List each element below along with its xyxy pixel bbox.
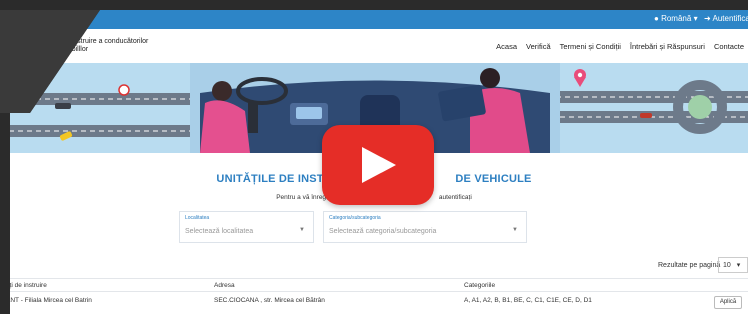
login-link[interactable]: ➜ Autentificare — [704, 14, 748, 23]
row-categories: A, A1, A2, B, B1, BE, C, C1, C1E, CE, D,… — [464, 297, 592, 304]
results-per-page-select[interactable]: 10 ▾ — [718, 257, 748, 273]
page-subtitle-right: autentificați — [438, 194, 472, 201]
language-label: Română — [661, 14, 692, 23]
play-icon — [362, 147, 396, 183]
chevron-down-icon: ▾ — [736, 262, 741, 269]
nav-acasa[interactable]: Acasa — [496, 42, 517, 51]
chevron-down-icon: ▾ — [693, 14, 698, 23]
globe-icon: ● — [654, 14, 659, 23]
page-title-right: DE VEHICULE — [455, 173, 532, 185]
site-header: de instruire a conducătorilor mobilllor … — [0, 29, 748, 63]
row-name: ANT - Filiala Mircea cel Batrin — [6, 297, 92, 304]
nav-contacte[interactable]: Contacte — [714, 42, 744, 51]
category-placeholder: Selectează categoria/subcategoria — [329, 228, 437, 235]
table-row: ANT - Filiala Mircea cel Batrin SEC.CIOC… — [0, 293, 748, 311]
top-bar: ● Română ▾ ➜ Autentificare — [0, 10, 748, 29]
video-play-button[interactable] — [322, 125, 434, 205]
results-per-page-label: Rezultate pe pagină — [658, 262, 721, 269]
results-per-page-value: 10 — [723, 262, 731, 269]
category-select[interactable]: Categoria/subcategoria Selectează catego… — [323, 211, 527, 243]
locality-select[interactable]: Localitatea Selectează localitatea ▼ — [179, 211, 314, 243]
chevron-down-icon: ▼ — [512, 227, 518, 233]
chevron-down-icon: ▼ — [299, 227, 305, 233]
main-nav: Acasa Verifică Termeni și Condiții Între… — [496, 42, 744, 51]
column-header-categories: Categoriile — [464, 282, 496, 289]
login-icon: ➜ — [704, 14, 711, 23]
locality-label: Localitatea — [185, 215, 210, 221]
nav-intrebari[interactable]: Întrebări și Răspunsuri — [630, 42, 705, 51]
org-name: de instruire a conducătorilor mobilllor — [62, 38, 202, 54]
nav-verifica[interactable]: Verifică — [526, 42, 551, 51]
login-label: Autentificare — [712, 14, 748, 23]
nav-termeni[interactable]: Termeni și Condiții — [560, 42, 621, 51]
org-name-line-2: mobilllor — [62, 46, 89, 53]
row-address: SEC.CIOCANA , str. Mircea cel Bătrân — [214, 297, 325, 304]
org-name-line-1: de instruire a conducătorilor — [62, 38, 149, 45]
category-label: Categoria/subcategoria — [329, 215, 381, 221]
column-header-address: Adresa — [214, 282, 235, 289]
apply-button[interactable]: Aplică — [714, 296, 742, 309]
table-header: ăți de instruire Adresa Categoriile — [0, 278, 748, 292]
locality-placeholder: Selectează localitatea — [185, 228, 254, 235]
column-header-name: ăți de instruire — [6, 282, 47, 289]
language-selector[interactable]: ● Română ▾ — [654, 14, 698, 23]
